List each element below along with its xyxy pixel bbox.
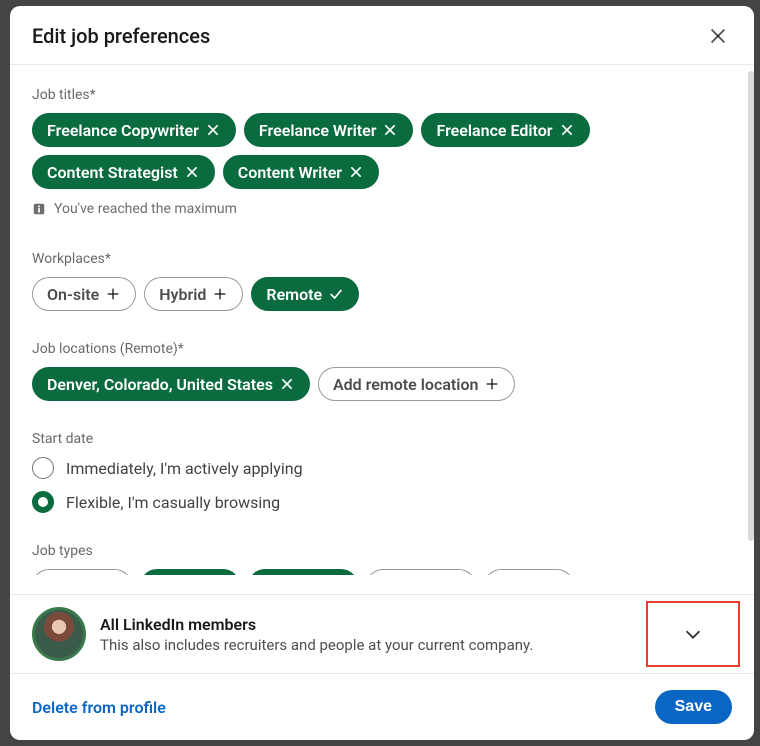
pill-label: Content Writer: [238, 163, 342, 182]
job-titles-pills: Freelance Copywriter Freelance Writer Fr…: [32, 113, 732, 189]
job-locations-pills: Denver, Colorado, United States Add remo…: [32, 367, 732, 401]
workplaces-section: Workplaces* On-site Hybrid Remote: [32, 251, 732, 311]
radio-icon: [32, 457, 54, 479]
job-title-pill[interactable]: Freelance Editor: [421, 113, 589, 147]
info-icon: [32, 202, 46, 216]
visibility-bar[interactable]: All LinkedIn members This also includes …: [10, 594, 754, 673]
job-types-pills-partial: [32, 569, 732, 575]
max-reached-text: You've reached the maximum: [54, 201, 237, 217]
job-types-section: Job types: [32, 543, 732, 575]
job-titles-label: Job titles*: [32, 87, 732, 103]
modal-title: Edit job preferences: [32, 24, 210, 48]
modal-footer: Delete from profile Save: [10, 673, 754, 740]
workplaces-pills: On-site Hybrid Remote: [32, 277, 732, 311]
job-titles-section: Job titles* Freelance Copywriter Freelan…: [32, 87, 732, 217]
pill-label: Hybrid: [159, 285, 206, 304]
remove-icon: [184, 164, 200, 180]
remove-icon: [348, 164, 364, 180]
job-title-pill[interactable]: Freelance Writer: [244, 113, 414, 147]
pill-label: Freelance Editor: [436, 121, 552, 140]
visibility-text: All LinkedIn members This also includes …: [100, 615, 732, 654]
workplace-option-hybrid[interactable]: Hybrid: [144, 277, 243, 311]
job-locations-section: Job locations (Remote)* Denver, Colorado…: [32, 341, 732, 401]
job-title-pill[interactable]: Content Writer: [223, 155, 379, 189]
workplace-option-onsite[interactable]: On-site: [32, 277, 136, 311]
avatar: [32, 607, 86, 661]
remove-icon: [205, 122, 221, 138]
job-locations-label: Job locations (Remote)*: [32, 341, 732, 357]
workplaces-label: Workplaces*: [32, 251, 732, 267]
plus-icon: [484, 376, 500, 392]
start-date-section: Start date Immediately, I'm actively app…: [32, 431, 732, 513]
scrollbar[interactable]: [748, 71, 754, 541]
start-date-option-immediately[interactable]: Immediately, I'm actively applying: [32, 457, 732, 479]
job-title-pill[interactable]: Freelance Copywriter: [32, 113, 236, 147]
radio-selected-icon: [32, 491, 54, 513]
visibility-subtitle: This also includes recruiters and people…: [100, 636, 732, 654]
radio-label: Flexible, I'm casually browsing: [66, 493, 280, 512]
modal-body: Job titles* Freelance Copywriter Freelan…: [10, 65, 754, 594]
pill-label: Denver, Colorado, United States: [47, 375, 273, 394]
job-title-pill[interactable]: Content Strategist: [32, 155, 215, 189]
close-button[interactable]: [704, 22, 732, 50]
remove-icon: [279, 376, 295, 392]
chevron-down-icon: [682, 623, 704, 645]
save-button[interactable]: Save: [655, 690, 732, 724]
workplace-option-remote[interactable]: Remote: [251, 277, 359, 311]
job-types-label: Job types: [32, 543, 732, 559]
pill-label: Content Strategist: [47, 163, 178, 182]
check-icon: [328, 286, 344, 302]
location-pill[interactable]: Denver, Colorado, United States: [32, 367, 310, 401]
add-location-button[interactable]: Add remote location: [318, 367, 515, 401]
visibility-title: All LinkedIn members: [100, 615, 732, 634]
expand-visibility-highlight[interactable]: [646, 601, 740, 667]
remove-icon: [559, 122, 575, 138]
pill-label: Freelance Copywriter: [47, 121, 199, 140]
remove-icon: [382, 122, 398, 138]
pill-label: On-site: [47, 285, 99, 304]
pill-label: Remote: [266, 285, 322, 304]
pill-label: Freelance Writer: [259, 121, 377, 140]
modal-header: Edit job preferences: [10, 6, 754, 65]
close-icon: [707, 25, 729, 47]
plus-icon: [212, 286, 228, 302]
max-reached-info: You've reached the maximum: [32, 201, 732, 217]
start-date-label: Start date: [32, 431, 732, 447]
edit-job-preferences-modal: Edit job preferences Job titles* Freelan…: [10, 6, 754, 740]
delete-from-profile-link[interactable]: Delete from profile: [32, 698, 166, 717]
radio-label: Immediately, I'm actively applying: [66, 459, 303, 478]
plus-icon: [105, 286, 121, 302]
pill-label: Add remote location: [333, 375, 478, 394]
start-date-option-flexible[interactable]: Flexible, I'm casually browsing: [32, 491, 732, 513]
